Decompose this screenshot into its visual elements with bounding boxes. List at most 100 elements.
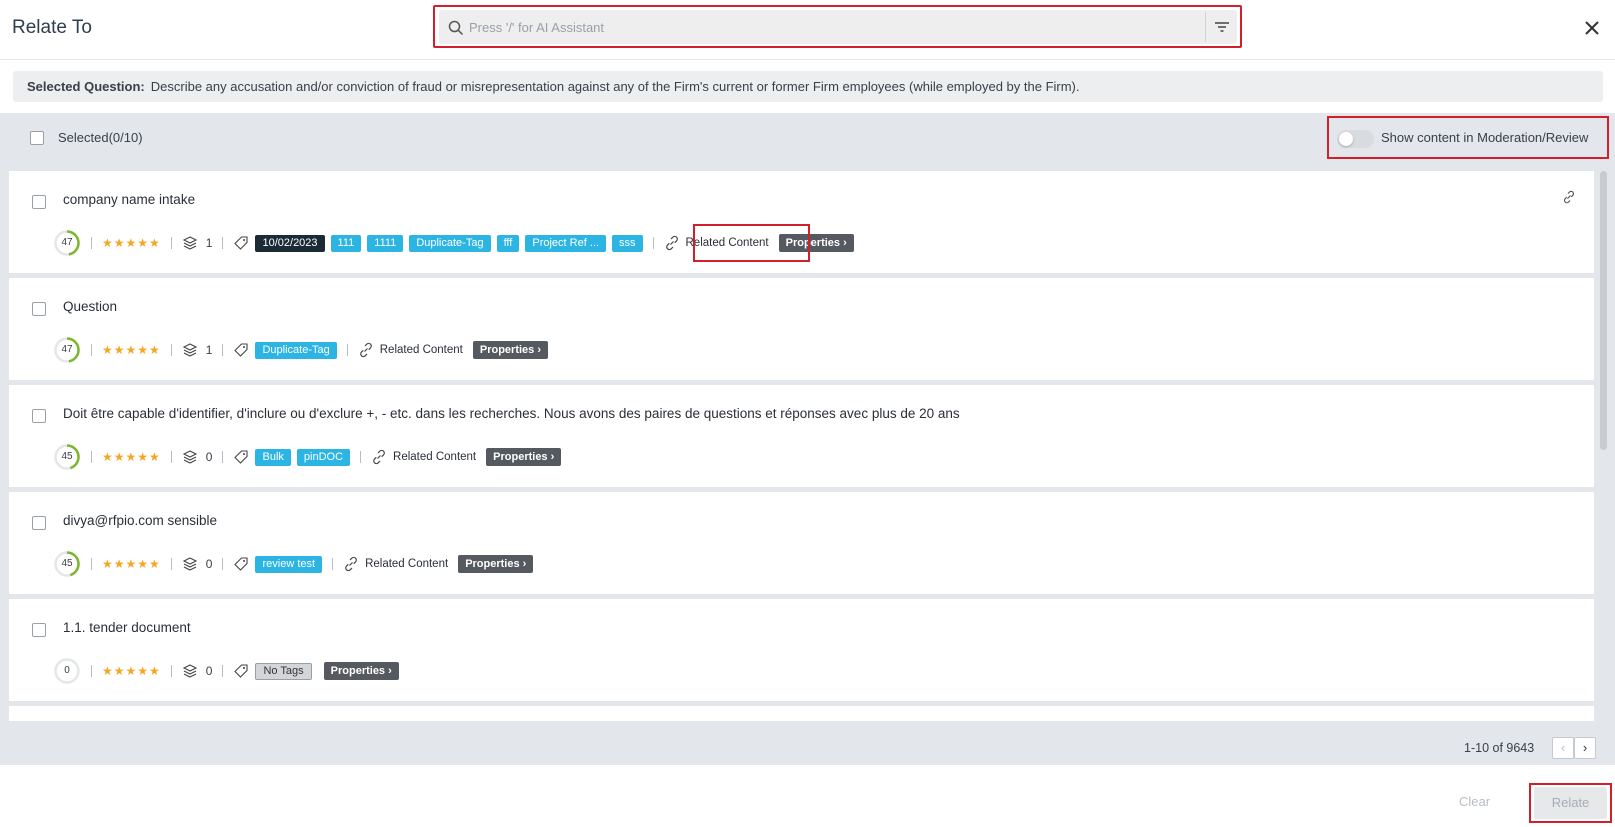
pagination-range: 1-10 of 9643 bbox=[1464, 741, 1535, 755]
properties-label: Properties bbox=[493, 451, 548, 463]
layers-icon bbox=[182, 557, 198, 571]
list-item[interactable]: Doit être capable d'identifier, d'inclur… bbox=[9, 385, 1594, 488]
tag-chip[interactable]: Duplicate-Tag bbox=[409, 234, 491, 252]
list-item[interactable]: 1.1. tender document 0 ★★★★★ 0 No Tags P… bbox=[9, 599, 1594, 702]
tag-chip[interactable]: review test bbox=[255, 555, 323, 573]
tag-chip[interactable]: Project Ref ... bbox=[525, 234, 606, 252]
separator bbox=[222, 451, 224, 463]
layers-icon bbox=[182, 450, 198, 464]
list-item[interactable] bbox=[9, 706, 1594, 722]
score-value: 47 bbox=[61, 344, 73, 355]
dialog-header: Relate To bbox=[0, 0, 1615, 60]
tag-chip[interactable]: 111 bbox=[330, 234, 362, 252]
search-divider bbox=[1205, 12, 1206, 42]
properties-button[interactable]: Properties › bbox=[472, 341, 549, 359]
star-rating: ★★★★★ bbox=[102, 557, 161, 571]
item-checkbox[interactable] bbox=[32, 516, 46, 530]
list-item[interactable]: Question 47 ★★★★★ 1 Duplicate-Tag Relate… bbox=[9, 278, 1594, 381]
moderation-toggle-label: Show content in Moderation/Review bbox=[1381, 130, 1589, 145]
item-title: Question bbox=[63, 299, 118, 314]
tag-chip[interactable]: 10/02/2023 bbox=[255, 234, 325, 252]
score-ring: 45 bbox=[53, 550, 81, 578]
score-ring: 47 bbox=[53, 229, 81, 257]
tag-chip[interactable]: 1111 bbox=[367, 234, 404, 252]
no-tags-chip: No Tags bbox=[255, 662, 312, 680]
separator bbox=[170, 451, 172, 463]
properties-label: Properties bbox=[465, 558, 520, 570]
search-icon bbox=[448, 20, 464, 36]
selected-question-bar: Selected Question: Describe any accusatio… bbox=[13, 71, 1603, 102]
list-item[interactable]: divya@rfpio.com sensible 45 ★★★★★ 0 revi… bbox=[9, 492, 1594, 595]
related-content-highlight-box bbox=[693, 224, 810, 262]
score-value: 45 bbox=[61, 558, 73, 569]
score-value: 45 bbox=[61, 451, 73, 462]
item-meta: 45 ★★★★★ 0 Bulk pinDOC Related Content P… bbox=[53, 443, 562, 471]
selected-count: Selected(0/10) bbox=[58, 130, 143, 145]
score-ring: 45 bbox=[53, 443, 81, 471]
version-count: 1 bbox=[205, 236, 213, 250]
score-value: 0 bbox=[64, 665, 70, 676]
moderation-toggle[interactable] bbox=[1337, 130, 1374, 148]
tag-icon bbox=[234, 236, 249, 250]
tag-chip[interactable]: Duplicate-Tag bbox=[255, 341, 337, 359]
related-content-label: Related Content bbox=[365, 558, 449, 570]
filter-icon[interactable] bbox=[1213, 19, 1231, 35]
separator bbox=[332, 558, 334, 570]
separator bbox=[652, 237, 654, 249]
item-checkbox[interactable] bbox=[32, 302, 46, 316]
separator bbox=[170, 237, 172, 249]
properties-button[interactable]: Properties › bbox=[458, 555, 534, 573]
relate-button[interactable]: Relate bbox=[1534, 787, 1607, 819]
next-page-button[interactable]: › bbox=[1574, 737, 1596, 759]
separator bbox=[170, 344, 172, 356]
select-all-checkbox[interactable] bbox=[30, 131, 44, 145]
related-content-link[interactable]: Related Content bbox=[343, 556, 448, 572]
properties-button[interactable]: Properties › bbox=[486, 448, 562, 466]
selected-question-text: Describe any accusation and/or convictio… bbox=[150, 79, 1080, 94]
tag-icon bbox=[234, 450, 249, 464]
separator bbox=[91, 558, 92, 570]
properties-button[interactable]: Properties › bbox=[323, 662, 399, 680]
prev-page-button[interactable]: ‹ bbox=[1552, 737, 1574, 759]
link-icon bbox=[665, 235, 678, 251]
item-title: Doit être capable d'identifier, d'inclur… bbox=[63, 406, 960, 421]
separator bbox=[346, 344, 348, 356]
item-checkbox[interactable] bbox=[32, 409, 46, 423]
related-content-label: Related Content bbox=[379, 344, 463, 356]
properties-label: Properties bbox=[479, 344, 535, 356]
properties-label: Properties bbox=[330, 665, 386, 677]
item-checkbox[interactable] bbox=[32, 623, 46, 637]
version-count: 0 bbox=[205, 450, 213, 464]
tag-chip[interactable]: pinDOC bbox=[296, 448, 351, 466]
link-icon[interactable] bbox=[1562, 190, 1576, 204]
item-checkbox[interactable] bbox=[32, 195, 46, 209]
related-content-link[interactable]: Related Content bbox=[358, 342, 463, 358]
separator bbox=[170, 558, 172, 570]
separator bbox=[222, 558, 224, 570]
version-count: 1 bbox=[205, 343, 213, 357]
score-ring: 0 bbox=[53, 657, 81, 685]
scrollbar-thumb[interactable] bbox=[1600, 171, 1607, 450]
link-icon bbox=[359, 342, 372, 358]
separator bbox=[222, 344, 224, 356]
item-title: company name intake bbox=[63, 192, 196, 207]
tag-icon bbox=[234, 664, 249, 678]
star-rating: ★★★★★ bbox=[102, 450, 161, 464]
separator bbox=[91, 344, 92, 356]
toggle-knob bbox=[1339, 132, 1353, 146]
separator bbox=[170, 665, 172, 677]
tag-chip[interactable]: Bulk bbox=[255, 448, 291, 466]
search-input[interactable] bbox=[469, 16, 1169, 38]
tag-icon bbox=[234, 557, 249, 571]
relate-to-dialog: Relate To Selected Question: Describe any… bbox=[0, 0, 1615, 827]
close-icon[interactable] bbox=[1582, 18, 1602, 38]
star-rating: ★★★★★ bbox=[102, 664, 161, 678]
tag-chip[interactable]: fff bbox=[496, 234, 520, 252]
clear-button[interactable]: Clear bbox=[1459, 794, 1490, 809]
related-content-link[interactable]: Related Content bbox=[371, 449, 476, 465]
separator bbox=[222, 665, 224, 677]
dialog-footer bbox=[0, 765, 1615, 827]
dialog-title: Relate To bbox=[12, 17, 92, 38]
link-icon bbox=[373, 449, 385, 465]
tag-chip[interactable]: sss bbox=[612, 234, 643, 252]
